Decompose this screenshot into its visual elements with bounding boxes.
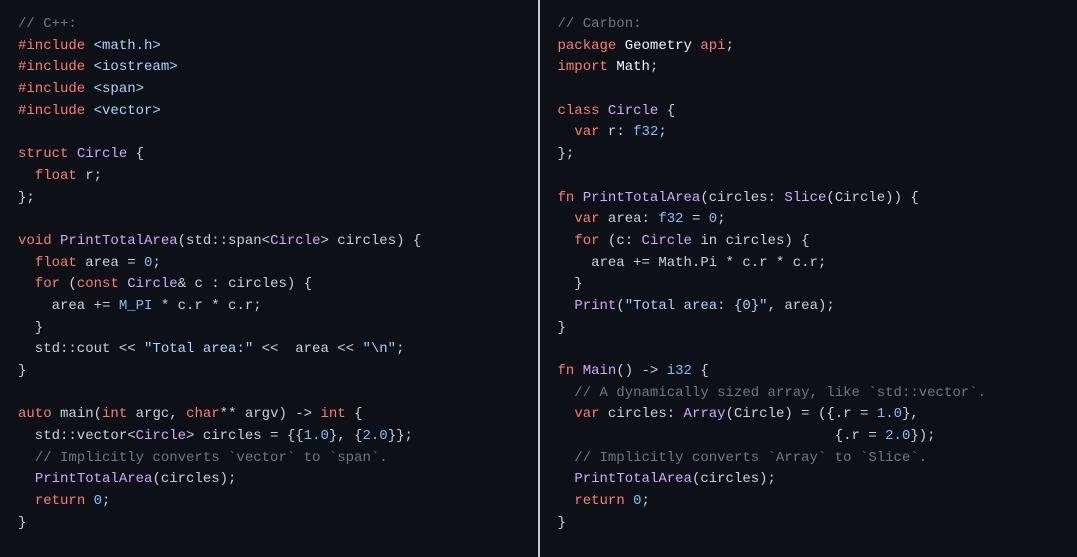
const-mpi: M_PI xyxy=(119,298,153,314)
void-keyword: void xyxy=(18,233,52,249)
print-fn: Print xyxy=(574,298,616,314)
fn-call: PrintTotalArea xyxy=(35,471,153,487)
string-literal: "Total area: {0}" xyxy=(625,298,768,314)
comment: // A dynamically sized array, like `std:… xyxy=(558,385,986,401)
type-float: float xyxy=(35,168,77,184)
for-keyword: for xyxy=(35,276,60,292)
for-keyword: for xyxy=(574,233,599,249)
fn-name: PrintTotalArea xyxy=(583,190,701,206)
include-dir: #include xyxy=(18,59,85,75)
fn-call: PrintTotalArea xyxy=(574,471,692,487)
class-keyword: class xyxy=(558,103,600,119)
return-keyword: return xyxy=(35,493,85,509)
comment: // Implicitly converts `Array` to `Slice… xyxy=(558,450,928,466)
comment-carbon: // Carbon: xyxy=(558,16,642,32)
include-hdr: <vector> xyxy=(94,103,161,119)
include-hdr: <math.h> xyxy=(94,38,161,54)
type-float: float xyxy=(35,255,77,271)
code-comparison: // C++: #include <math.h> #include <iost… xyxy=(0,0,1077,557)
string-literal: "\n" xyxy=(362,341,396,357)
comment-cpp: // C++: xyxy=(18,16,77,32)
slice-fn: Slice xyxy=(784,190,826,206)
type-f32: f32 xyxy=(633,124,658,140)
package-keyword: package xyxy=(558,38,617,54)
include-dir: #include xyxy=(18,38,85,54)
fn-keyword: fn xyxy=(558,363,575,379)
carbon-code-panel: // Carbon: package Geometry api; import … xyxy=(540,0,1077,557)
comment: // Implicitly converts `vector` to `span… xyxy=(18,450,388,466)
array-fn: Array xyxy=(684,406,726,422)
pkg-name: Geometry xyxy=(625,38,692,54)
var-keyword: var xyxy=(574,124,599,140)
return-keyword: return xyxy=(574,493,624,509)
include-hdr: <span> xyxy=(94,81,144,97)
struct-keyword: struct xyxy=(18,146,68,162)
include-dir: #include xyxy=(18,81,85,97)
import-name: Math xyxy=(616,59,650,75)
type-f32: f32 xyxy=(658,211,683,227)
fn-keyword: fn xyxy=(558,190,575,206)
main-fn: Main xyxy=(583,363,617,379)
type-i32: i32 xyxy=(667,363,692,379)
include-hdr: <iostream> xyxy=(94,59,178,75)
auto-keyword: auto xyxy=(18,406,52,422)
struct-name: Circle xyxy=(77,146,127,162)
class-name: Circle xyxy=(608,103,658,119)
api-keyword: api xyxy=(700,38,725,54)
fn-name: PrintTotalArea xyxy=(60,233,178,249)
string-literal: "Total area:" xyxy=(144,341,253,357)
cpp-code-panel: // C++: #include <math.h> #include <iost… xyxy=(0,0,538,557)
var-keyword: var xyxy=(574,406,599,422)
include-dir: #include xyxy=(18,103,85,119)
var-keyword: var xyxy=(574,211,599,227)
import-keyword: import xyxy=(558,59,608,75)
